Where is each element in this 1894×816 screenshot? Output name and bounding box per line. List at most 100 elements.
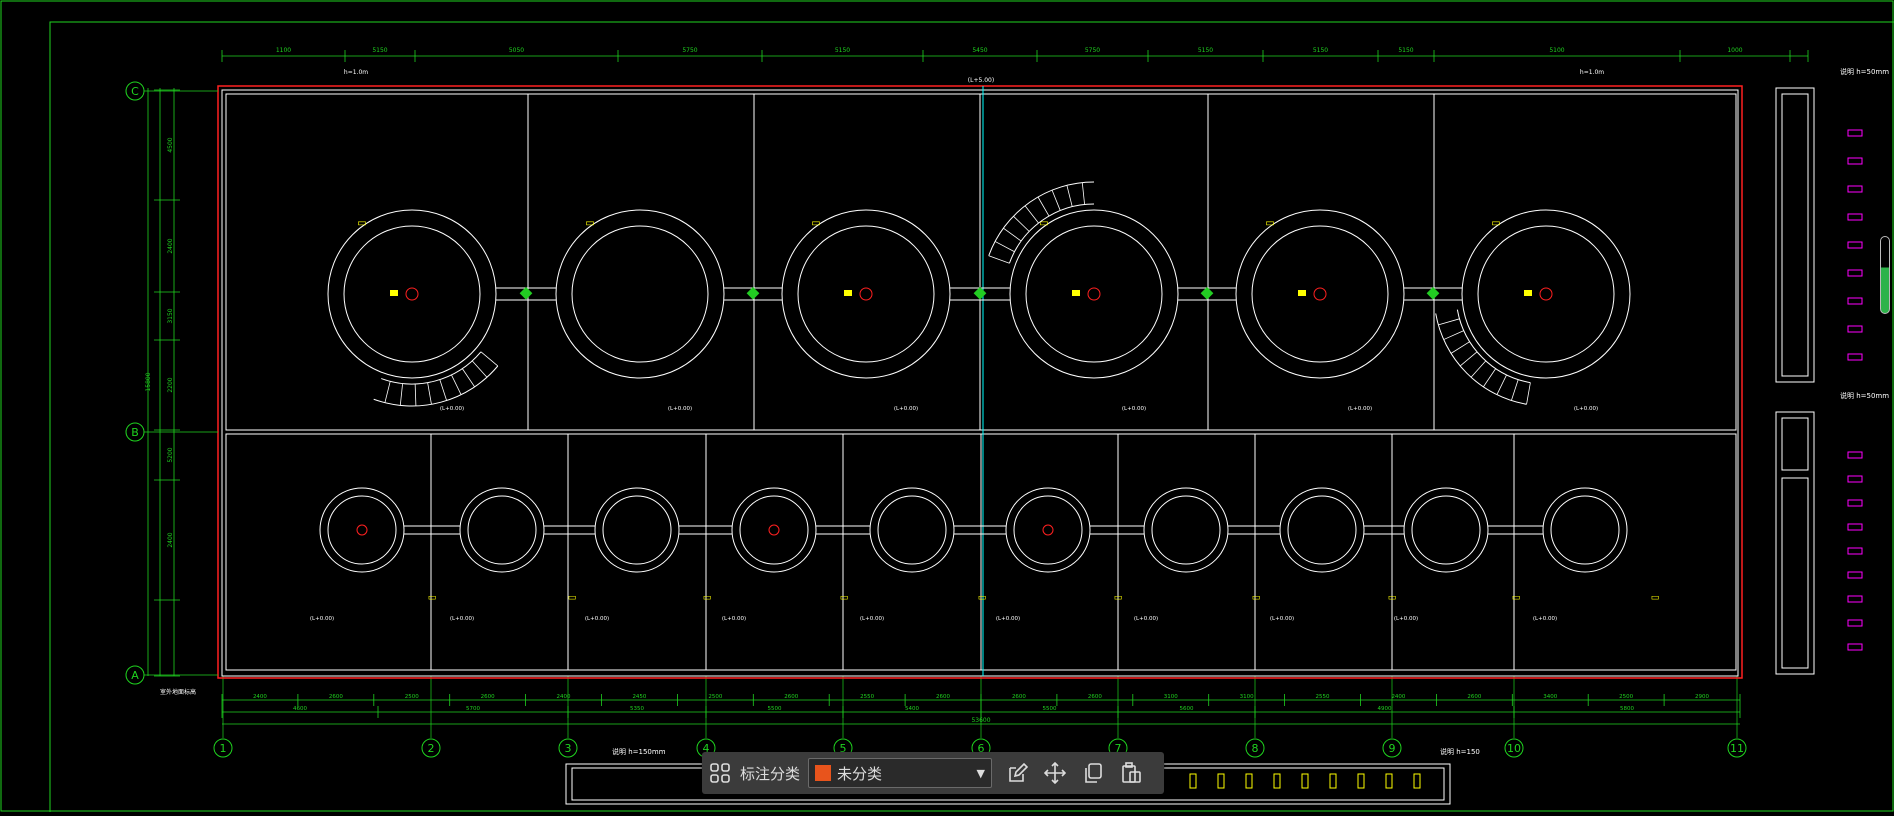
floor-plan-drawing: 1100 5150 5050 5750 5150 5450 5750 5150 5150 5150… — [0, 0, 1894, 812]
bottom-dim-label-1: 2550 — [860, 694, 874, 700]
small-pool-outer — [1279, 487, 1365, 573]
pool-inner-ring — [797, 225, 935, 363]
legend-symbol — [1847, 185, 1863, 193]
legend-symbol — [1847, 475, 1863, 483]
paste-icon[interactable] — [1112, 755, 1150, 791]
legend-symbol — [1847, 325, 1863, 333]
stair-tread — [1003, 227, 1022, 242]
stair-tread — [399, 383, 403, 406]
bottom-dim-label-1: 2500 — [1619, 694, 1633, 700]
small-pool-inner — [1550, 495, 1620, 565]
top-zone — [225, 93, 1737, 431]
category-selected-value: 未分类 — [837, 764, 883, 783]
small-pool-inner — [1411, 495, 1481, 565]
left-dim-label: 2400 — [167, 238, 174, 253]
pool-elevation-label: (L+0.00) — [668, 406, 692, 412]
grid-axes: 1 2 3 4 5 6 7 8 9 10 11CBA — [125, 81, 1747, 758]
left-dim-label: 4500 — [167, 137, 174, 152]
elevation-tag: ▭ — [1114, 593, 1123, 603]
category-dropdown[interactable]: 未分类 ▼ — [808, 758, 993, 788]
elevation-tag: ▭ — [1388, 593, 1397, 603]
stair-tread — [471, 360, 488, 378]
legend-mid-title: 说明 h=50mm — [1840, 391, 1889, 400]
axis-label: 2 — [428, 742, 435, 755]
valve-marker — [1200, 286, 1214, 300]
elevation-tag: ▭ — [428, 593, 437, 603]
top-dim-label: 5750 — [1085, 47, 1100, 54]
legend-symbol — [1847, 643, 1863, 651]
pool-elevation-label: (L+0.00) — [1574, 406, 1598, 412]
pool-elevation-label: (L+0.00) — [860, 616, 884, 622]
axis-label: 11 — [1730, 742, 1744, 755]
stair-tread — [1066, 185, 1073, 207]
small-pool-inner — [327, 495, 397, 565]
drain-marker — [1298, 290, 1306, 296]
bottom-dim-label-2: 5400 — [905, 706, 919, 712]
cad-viewport[interactable]: 1100 5150 5050 5750 5150 5450 5750 5150 5150 5150… — [0, 0, 1894, 812]
stair-tread — [1443, 330, 1464, 340]
small-pool-outer — [1542, 487, 1628, 573]
stair-tread — [1438, 318, 1460, 326]
bottom-dim-label-2: 5700 — [466, 706, 480, 712]
small-pool-inner — [1287, 495, 1357, 565]
copy-icon[interactable] — [1074, 755, 1112, 791]
category-grid-icon[interactable] — [702, 755, 738, 791]
legend-symbol — [1329, 773, 1337, 789]
small-pool-inner — [602, 495, 672, 565]
stair-tread — [439, 379, 447, 401]
elevation-tag: ▭ — [1252, 593, 1261, 603]
stair-tread — [384, 381, 391, 403]
move-icon[interactable] — [1036, 755, 1074, 791]
bottom-dim-label-2: 5800 — [1620, 706, 1634, 712]
stair-tread — [1013, 215, 1030, 232]
legend-symbol — [1847, 129, 1863, 137]
axis-label: B — [131, 426, 139, 439]
pool-elevation-label: (L+0.00) — [1348, 406, 1372, 412]
bottom-dim-label-1: 2600 — [329, 694, 343, 700]
stair-tread — [988, 255, 1010, 264]
pool-inner-ring — [571, 225, 709, 363]
pool-circles: ▭ (L+0.00) ▭ (L+0.00) ▭ (L+0.00) ▭ (L+0.00) ▭ (L+… — [310, 181, 1659, 622]
legend-panel-top-inner — [1781, 93, 1809, 377]
vertical-scrollbar-thumb[interactable] — [1880, 236, 1890, 314]
small-pool-inner — [1013, 495, 1083, 565]
bottom-dim-label-1: 2900 — [1695, 694, 1709, 700]
pool-outer-ring — [1461, 209, 1631, 379]
stair-tread — [1511, 379, 1519, 401]
valve-marker — [1426, 286, 1440, 300]
category-label: 标注分类 — [740, 764, 801, 783]
top-dim-label: 1100 — [276, 47, 291, 54]
left-dim-total: 15800 — [145, 372, 152, 391]
axis-label: A — [131, 669, 139, 682]
pool-drain — [356, 524, 368, 536]
stair-tread — [480, 351, 499, 367]
pool-drain — [859, 287, 873, 301]
top-dim-label: 5150 — [1398, 47, 1413, 54]
small-pool-inner — [1151, 495, 1221, 565]
pool-elevation-label: (L+0.00) — [440, 406, 464, 412]
stair-tread — [1450, 341, 1470, 354]
legend-panels: 说明 h=50mm 说明 h=50mm 说明 h=150mm 说明 h=150 — [565, 67, 1889, 805]
edit-icon[interactable] — [998, 755, 1036, 791]
pool-drain — [1539, 287, 1553, 301]
small-pool-outer — [869, 487, 955, 573]
pool-elevation-label: (L+0.00) — [310, 616, 334, 622]
pool-inner-ring — [1025, 225, 1163, 363]
bottom-dim-label-1: 3100 — [1240, 694, 1254, 700]
pool-elevation-label: (L+0.00) — [1533, 616, 1557, 622]
top-dim-label: 5450 — [972, 47, 987, 54]
pool-inner-ring — [1477, 225, 1615, 363]
top-dim-label: 1000 — [1727, 47, 1742, 54]
legend-symbol — [1847, 571, 1863, 579]
elevation-tag: ▭ — [585, 218, 594, 229]
drain-marker — [1524, 290, 1532, 296]
bottom-dim-label-2: 4900 — [1378, 706, 1392, 712]
stair-tread — [1496, 374, 1507, 395]
pool-drain — [1313, 287, 1327, 301]
bottom-dim-label-1: 3400 — [1543, 694, 1557, 700]
bottom-dim-label-1: 2600 — [1088, 694, 1102, 700]
pool-inner-ring — [1251, 225, 1389, 363]
bottom-dim-label-1: 2400 — [253, 694, 267, 700]
stair-tread — [1037, 196, 1050, 217]
spiral-stair — [373, 351, 499, 407]
